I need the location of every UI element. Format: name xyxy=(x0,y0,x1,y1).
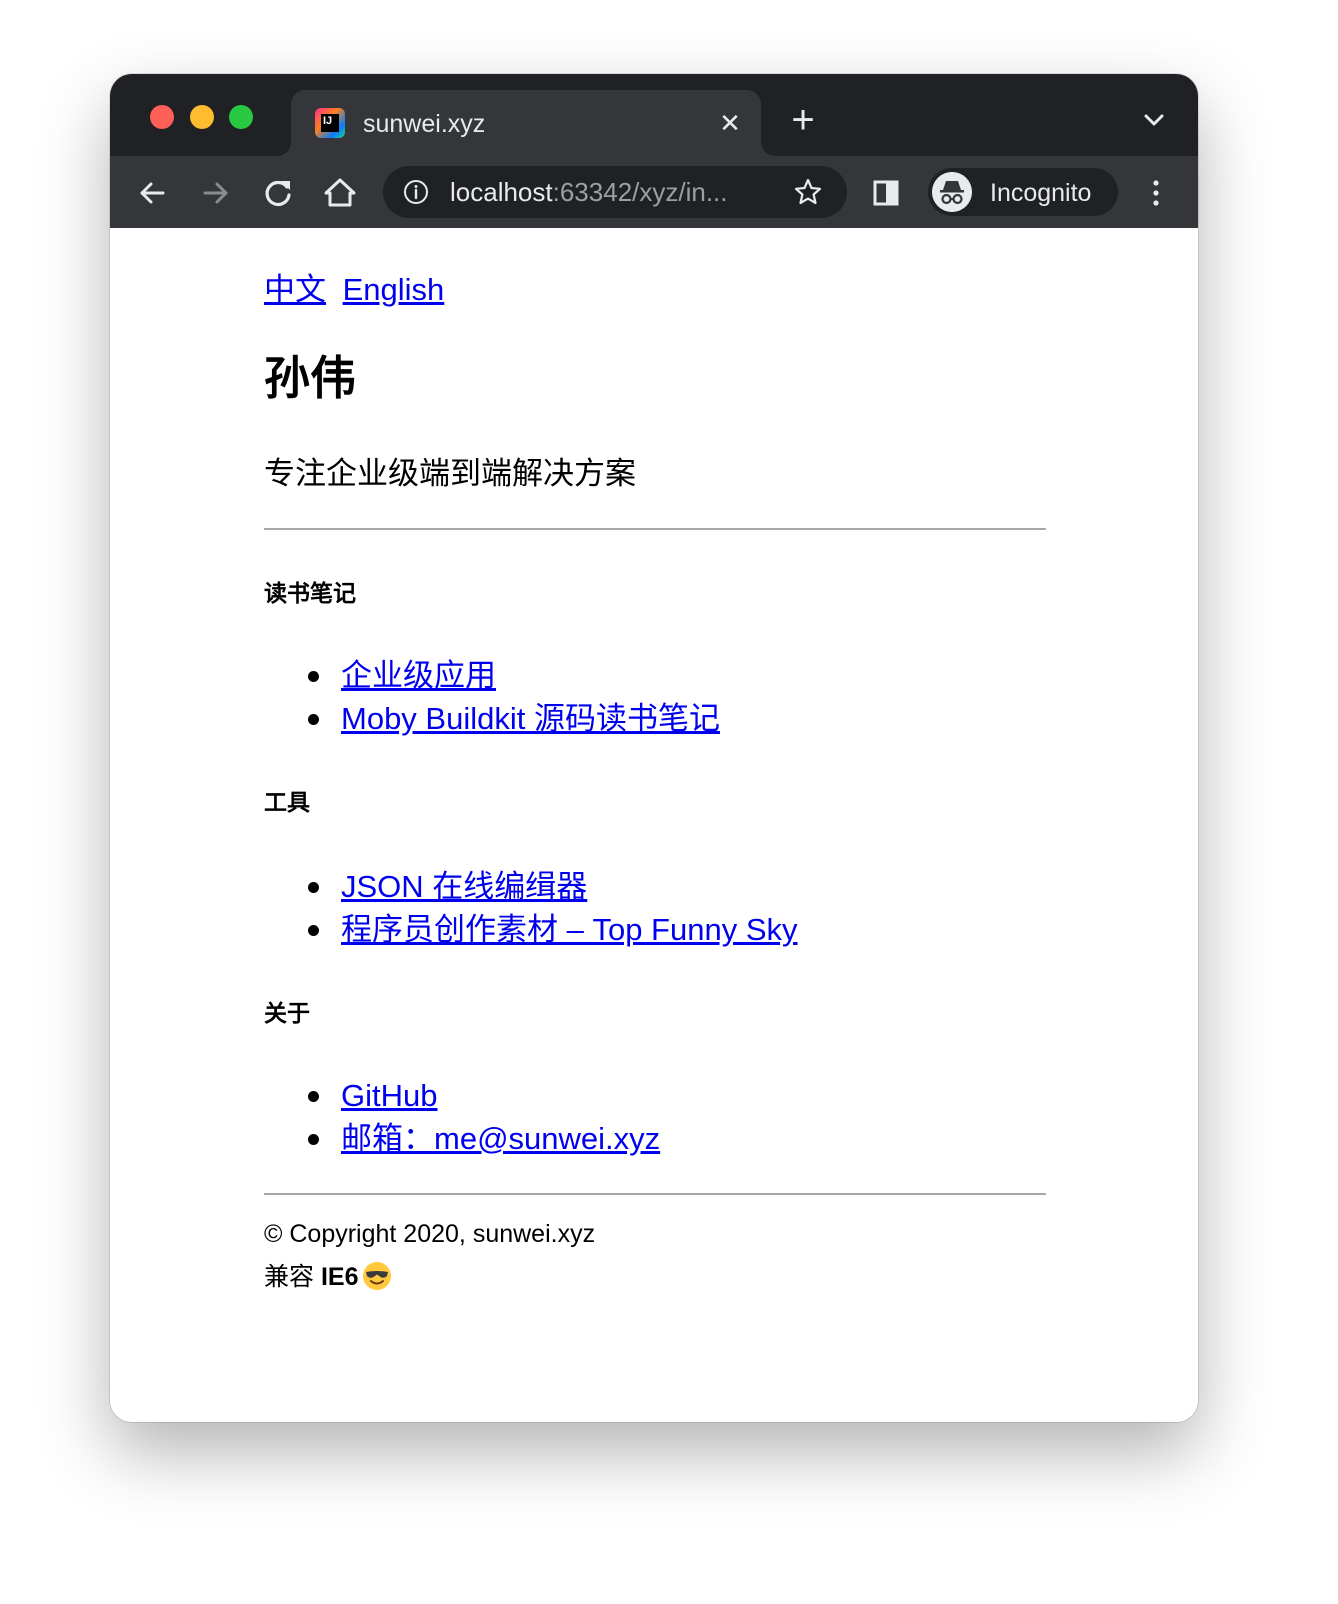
section-title-tools: 工具 xyxy=(264,789,310,815)
close-window-button[interactable] xyxy=(150,105,174,129)
link-email[interactable]: 邮箱：me@sunwei.xyz xyxy=(341,1121,660,1156)
page-title: 孙伟 xyxy=(264,352,356,404)
page-content: 中文 English 孙伟 专注企业级端到端解决方案 读书笔记 企业级应用 Mo… xyxy=(110,228,1198,1422)
incognito-icon xyxy=(932,172,972,212)
list-item: 企业级应用 xyxy=(264,654,720,697)
url-text[interactable]: localhost:63342/xyz/in... xyxy=(450,177,728,207)
tools-list: JSON 在线编缉器 程序员创作素材 – Top Funny Sky xyxy=(264,865,798,951)
browser-toolbar: localhost:63342/xyz/in... Incognito xyxy=(110,156,1198,228)
divider-top xyxy=(264,528,1046,530)
list-item: 程序员创作素材 – Top Funny Sky xyxy=(264,908,798,951)
incognito-profile-button[interactable]: Incognito xyxy=(928,168,1118,216)
forward-arrow-icon[interactable] xyxy=(196,173,236,213)
home-icon[interactable] xyxy=(320,173,360,213)
link-json-editor[interactable]: JSON 在线编缉器 xyxy=(341,869,587,904)
about-list: GitHub 邮箱：me@sunwei.xyz xyxy=(264,1074,660,1160)
reload-icon[interactable] xyxy=(258,173,298,213)
link-github[interactable]: GitHub xyxy=(341,1078,437,1113)
back-arrow-icon[interactable] xyxy=(133,173,173,213)
tab-strip: IJ sunwei.xyz ✕ + xyxy=(110,74,1198,156)
url-host: localhost xyxy=(450,177,553,207)
list-item: Moby Buildkit 源码读书笔记 xyxy=(264,697,720,740)
smiling-face-with-sunglasses-icon xyxy=(363,1262,392,1290)
side-panel-icon[interactable] xyxy=(873,180,899,206)
bookmark-star-icon[interactable] xyxy=(793,177,823,207)
link-top-funny-sky[interactable]: 程序员创作素材 – Top Funny Sky xyxy=(341,912,798,947)
minimize-window-button[interactable] xyxy=(190,105,214,129)
language-switcher: 中文 English xyxy=(264,270,452,310)
list-item: GitHub xyxy=(264,1074,660,1117)
more-menu-icon[interactable] xyxy=(1146,178,1166,208)
reading-notes-list: 企业级应用 Moby Buildkit 源码读书笔记 xyxy=(264,654,720,740)
section-title-reading-notes: 读书笔记 xyxy=(264,580,356,606)
new-tab-button[interactable]: + xyxy=(787,100,819,140)
compat-browser: IE6 xyxy=(320,1263,359,1291)
divider-bottom xyxy=(264,1193,1046,1195)
url-path: :63342/xyz/in... xyxy=(552,177,728,207)
page-tagline: 专注企业级端到端解决方案 xyxy=(264,456,636,491)
tab-search-chevron-icon[interactable] xyxy=(1140,106,1168,134)
zoom-window-button[interactable] xyxy=(229,105,253,129)
tab-close-button[interactable]: ✕ xyxy=(715,108,745,138)
copyright-text: © Copyright 2020, sunwei.xyz xyxy=(264,1220,596,1248)
link-enterprise-apps[interactable]: 企业级应用 xyxy=(341,658,496,693)
link-moby-buildkit-notes[interactable]: Moby Buildkit 源码读书笔记 xyxy=(341,701,720,736)
info-icon[interactable] xyxy=(403,179,429,205)
list-item: JSON 在线编缉器 xyxy=(264,865,798,908)
jetbrains-icon: IJ xyxy=(315,108,345,138)
section-title-about: 关于 xyxy=(264,1000,310,1026)
browser-window: IJ sunwei.xyz ✕ + localhost:63342/xyz/in… xyxy=(110,74,1198,1422)
lang-link-english[interactable]: English xyxy=(343,272,445,307)
compat-note: 兼容 IE6 xyxy=(264,1261,392,1293)
address-bar[interactable]: localhost:63342/xyz/in... xyxy=(383,166,847,218)
lang-link-chinese[interactable]: 中文 xyxy=(264,272,326,307)
list-item: 邮箱：me@sunwei.xyz xyxy=(264,1117,660,1160)
compat-prefix: 兼容 xyxy=(264,1263,321,1291)
tab-sunwei[interactable]: IJ sunwei.xyz ✕ xyxy=(291,90,761,156)
incognito-label: Incognito xyxy=(990,179,1092,207)
tab-title: sunwei.xyz xyxy=(363,110,486,138)
